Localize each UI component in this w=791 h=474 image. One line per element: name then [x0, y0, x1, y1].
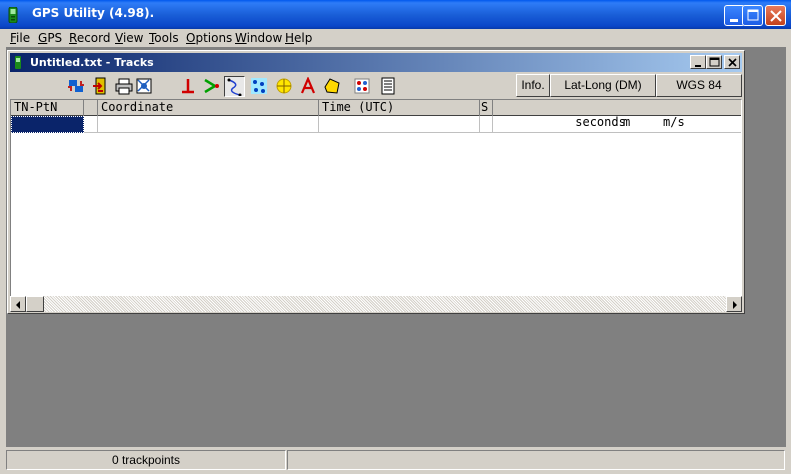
tracks-grid[interactable]: TN-PtN Coordinate Time (UTC) S seconds m m… [10, 99, 742, 297]
gps-doc-icon [15, 56, 21, 69]
close-icon [770, 10, 782, 22]
maximize-icon [709, 57, 720, 67]
table-cell[interactable] [98, 116, 319, 133]
track-line-icon [227, 78, 242, 96]
menubar: File GPS Record View Tools Options Windo… [0, 29, 791, 47]
scroll-left-button[interactable] [10, 296, 26, 312]
menu-view[interactable]: View [115, 31, 143, 45]
tracks-window-title: Untitled.txt - Tracks [30, 56, 154, 69]
minimize-icon [695, 65, 701, 67]
scroll-right-button[interactable] [726, 296, 742, 312]
transfer-arrows-icon [68, 80, 84, 92]
table-cell[interactable] [84, 116, 98, 133]
header-coordinate[interactable]: Coordinate [98, 100, 319, 116]
header-s[interactable]: S [480, 100, 493, 116]
maximize-button[interactable] [742, 5, 763, 26]
menu-help[interactable]: Help [285, 31, 312, 45]
header-tn-ptn[interactable]: TN-PtN [11, 100, 84, 116]
map-pointer-icon [136, 78, 152, 94]
child-maximize-button[interactable] [706, 55, 722, 69]
area-polygon-icon [324, 78, 340, 94]
header-time-utc[interactable]: Time (UTC) [319, 100, 480, 116]
transfer-button[interactable] [66, 76, 87, 97]
menu-tools[interactable]: Tools [149, 31, 179, 45]
print-button[interactable] [114, 76, 135, 97]
header-flag[interactable] [84, 100, 98, 116]
area-button[interactable] [322, 76, 343, 97]
text-label-button[interactable] [298, 76, 319, 97]
gps-app-icon [8, 7, 18, 23]
app-title: GPS Utility (4.98). [32, 6, 155, 20]
close-icon [728, 58, 737, 67]
text-letter-icon [300, 77, 316, 94]
menu-file[interactable]: File [10, 31, 30, 45]
child-minimize-button[interactable] [690, 55, 706, 69]
header-seconds-group[interactable]: seconds m m/s [493, 100, 741, 129]
datum-button[interactable]: WGS 84 [656, 74, 742, 97]
center-button[interactable] [274, 76, 295, 97]
colors-button[interactable] [352, 76, 373, 97]
app-titlebar[interactable]: GPS Utility (4.98). [0, 0, 791, 29]
map-tool-button[interactable] [134, 76, 155, 97]
crosshair-icon [276, 78, 292, 94]
menu-gps[interactable]: GPS [38, 31, 62, 45]
printer-icon [115, 78, 133, 95]
trackpoint-count: 0 trackpoints [6, 450, 286, 470]
close-button[interactable] [765, 5, 786, 26]
track-dots-button[interactable] [249, 76, 270, 97]
scroll-thumb[interactable] [26, 296, 44, 312]
tracks-window-titlebar[interactable]: Untitled.txt - Tracks [10, 53, 742, 72]
menu-window[interactable]: Window [235, 31, 282, 45]
upload-gps-button[interactable] [90, 76, 111, 97]
properties-button[interactable] [378, 76, 399, 97]
upload-gps-icon [93, 77, 106, 95]
table-cell[interactable] [480, 116, 493, 133]
status-bar: 0 trackpoints [0, 448, 791, 474]
track-button[interactable] [224, 76, 245, 97]
table-cell[interactable] [493, 116, 741, 133]
tracks-window: Untitled.txt - Tracks Info. Lat-Long (DM… [7, 50, 745, 314]
child-close-button[interactable] [724, 55, 740, 69]
arrow-right-icon [733, 301, 737, 309]
waypoint-marker-icon [182, 79, 194, 94]
menu-options[interactable]: Options [186, 31, 232, 45]
route-icon [204, 78, 219, 94]
coordinate-format-button[interactable]: Lat-Long (DM) [550, 74, 656, 97]
maximize-icon [747, 9, 759, 21]
arrow-left-icon [16, 301, 20, 309]
grid-header: TN-PtN Coordinate Time (UTC) S seconds m m… [11, 100, 741, 129]
selected-cell[interactable] [11, 116, 84, 133]
table-cell[interactable] [319, 116, 480, 133]
menu-record[interactable]: Record [69, 31, 110, 45]
document-list-icon [381, 77, 395, 95]
status-panel-empty [287, 450, 785, 470]
app-window: GPS Utility (4.98). File GPS Record View… [0, 0, 791, 474]
waypoint-button[interactable] [178, 76, 199, 97]
palette-icon [354, 78, 370, 94]
track-points-icon [251, 78, 267, 94]
tracks-toolbar: Info. Lat-Long (DM) WGS 84 [10, 73, 742, 99]
scroll-track[interactable] [44, 296, 726, 312]
horizontal-scrollbar[interactable] [10, 296, 742, 312]
route-button[interactable] [201, 76, 222, 97]
table-row[interactable] [11, 116, 741, 133]
info-button[interactable]: Info. [516, 74, 550, 97]
